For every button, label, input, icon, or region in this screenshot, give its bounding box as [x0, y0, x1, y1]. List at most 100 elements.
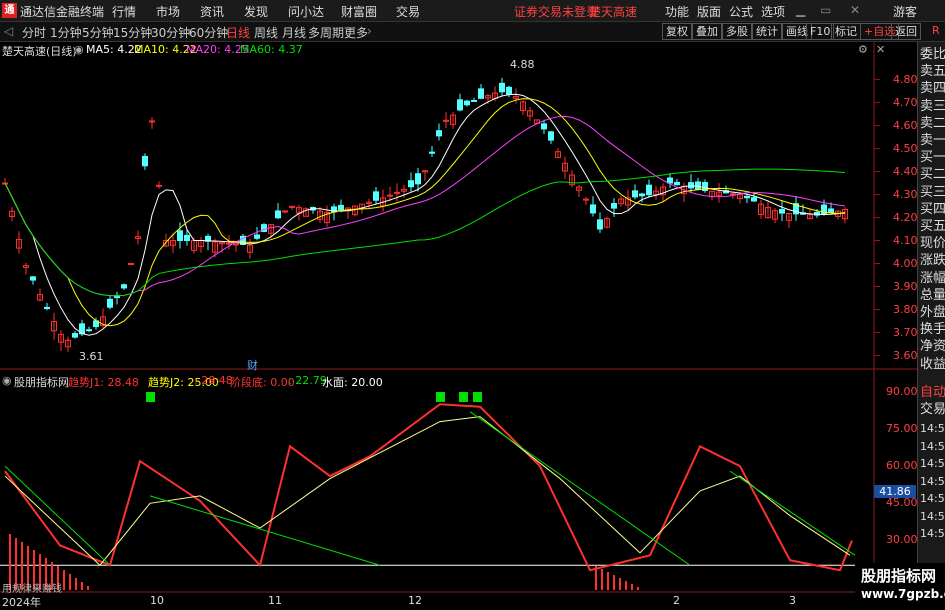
quote-field-label[interactable]: 换手 — [920, 321, 945, 338]
indicator-value-label: : 28.48 — [194, 374, 233, 387]
quote-field-label[interactable]: 委比 — [920, 46, 945, 63]
period-tab-more[interactable]: 更多 — [344, 24, 368, 41]
price-tick: 3.80 — [893, 302, 918, 316]
r-icon[interactable]: R — [932, 24, 940, 37]
period-tab-60min[interactable]: 60分钟 — [189, 24, 228, 41]
minimize-icon[interactable]: ▁ — [796, 3, 805, 17]
quote-field-label[interactable]: 买三 — [920, 184, 945, 201]
quote-field-label[interactable]: 买五 — [920, 218, 945, 235]
indicator-panel-plot — [0, 392, 874, 590]
trade-login-warning[interactable]: 证券交易未登录 — [514, 3, 598, 20]
menu-item-function[interactable]: 功能 — [665, 3, 689, 20]
menu-item-discover[interactable]: 发现 — [244, 3, 268, 20]
quote-field-label[interactable]: 总量 — [920, 287, 945, 304]
low-price-label: 3.61 — [79, 350, 104, 363]
quote-field-label[interactable]: 买四 — [920, 201, 945, 218]
time-label-mar: 3 — [789, 594, 796, 607]
candle-body — [373, 191, 379, 201]
quote-field-label[interactable]: 涨跌 — [920, 252, 945, 269]
current-indicator-value: 41.86 — [874, 485, 916, 498]
quote-field-label[interactable]: 卖五 — [920, 63, 945, 80]
candle-body — [506, 86, 512, 95]
time-label-year: 2024年 — [2, 596, 41, 609]
signal-marker — [473, 392, 482, 402]
quote-field-label[interactable]: 卖四 — [920, 80, 945, 97]
candle-body — [632, 190, 638, 198]
trade-button[interactable]: 交易 — [920, 401, 945, 418]
candle-body — [254, 234, 260, 239]
ma60-label: MA60: 4.37 — [240, 43, 303, 56]
mark-button[interactable]: 标记 — [831, 23, 861, 40]
period-tab-15min[interactable]: 15分钟 — [113, 24, 152, 41]
menu-item-quotes[interactable]: 行情 — [112, 3, 136, 20]
menu-item-market[interactable]: 市场 — [156, 3, 180, 20]
menu-item-formula[interactable]: 公式 — [729, 3, 753, 20]
restore-rights-button[interactable]: 复权 — [662, 23, 692, 40]
high-price-label: 4.88 — [510, 58, 535, 71]
candle-body — [821, 204, 827, 215]
candle-body — [142, 155, 148, 167]
quote-field-label[interactable]: 卖二 — [920, 115, 945, 132]
price-tick: 4.10 — [893, 233, 918, 247]
tick-time: 14:56 — [920, 457, 945, 470]
menu-item-options[interactable]: 选项 — [761, 3, 785, 20]
price-tick: 3.70 — [893, 325, 918, 339]
menu-item-trade[interactable]: 交易 — [396, 3, 420, 20]
quote-field-label[interactable]: 买一 — [920, 149, 945, 166]
tick-time: 14:56 — [920, 509, 945, 523]
menu-item-news[interactable]: 资讯 — [200, 3, 224, 20]
candle-body — [646, 184, 652, 196]
candle-body — [226, 242, 232, 245]
price-tick: 4.00 — [893, 256, 918, 270]
menu-item-layout[interactable]: 版面 — [697, 3, 721, 20]
ma-toggle-icon[interactable]: ◉ — [74, 43, 84, 56]
quote-field-label[interactable]: 买二 — [920, 166, 945, 183]
overlay-button[interactable]: 叠加 — [692, 23, 722, 40]
guest-login[interactable]: 游客 — [893, 3, 917, 20]
financial-report-marker[interactable]: 财 — [247, 357, 258, 373]
chevron-right-icon[interactable]: › — [367, 24, 372, 38]
menu-bar: 通 通达信金融终端 行情 市场 资讯 发现 问小达 财富圈 交易 证券交易未登录… — [0, 0, 945, 22]
settings-gear-icon[interactable]: ⚙ — [858, 43, 868, 56]
quote-field-label[interactable]: 收益 — [920, 356, 945, 373]
price-tick: 3.90 — [893, 279, 918, 293]
multi-stock-button[interactable]: 多股 — [722, 23, 752, 40]
auto-trade-toggle[interactable]: 自动 — [920, 384, 945, 401]
tick-time: 14:56 — [920, 439, 945, 453]
period-tab-5min[interactable]: 5分钟 — [82, 24, 114, 41]
green-trend-line — [729, 470, 856, 556]
quote-field-label[interactable]: 卖三 — [920, 98, 945, 115]
candle-body — [478, 88, 484, 99]
time-label-nov: 11 — [268, 594, 282, 607]
stats-button[interactable]: 统计 — [752, 23, 782, 40]
close-icon[interactable]: ✕ — [850, 3, 860, 17]
indicator-bottom-text: 用规律来赚钱 — [2, 584, 62, 595]
period-tab-weekly[interactable]: 周线 — [254, 24, 278, 41]
candle-body — [674, 181, 680, 186]
period-tab-monthly[interactable]: 月线 — [282, 24, 306, 41]
kline-chart[interactable] — [0, 42, 917, 609]
quote-field-label[interactable]: 卖一 — [920, 132, 945, 149]
menu-item-ask[interactable]: 问小达 — [288, 3, 324, 20]
indicator-toggle-icon[interactable]: ◉ — [2, 374, 12, 387]
candle-body — [464, 100, 470, 106]
restore-icon[interactable]: ▭ — [820, 3, 831, 17]
quote-field-label[interactable]: 涨幅 — [920, 270, 945, 287]
period-tab-daily[interactable]: 日线 — [226, 24, 250, 41]
back-arrow-icon[interactable]: ◁ — [4, 24, 13, 38]
quote-field-label[interactable]: 现价 — [920, 235, 945, 252]
quote-field-label[interactable]: 外盘 — [920, 304, 945, 321]
return-button[interactable]: 返回 — [891, 23, 921, 40]
period-tab-30min[interactable]: 30分钟 — [151, 24, 190, 41]
period-tab-intraday[interactable]: 分时 — [22, 24, 46, 41]
quote-field-label[interactable]: 净资 — [920, 338, 945, 355]
candle-body — [471, 99, 477, 102]
menu-item-wealth[interactable]: 财富圈 — [341, 3, 377, 20]
ma5-line — [4, 93, 846, 336]
candle-body — [387, 194, 393, 197]
panel-close-icon[interactable]: ✕ — [876, 43, 885, 56]
time-label-feb: 2 — [673, 594, 680, 607]
period-tab-multi[interactable]: 多周期 — [308, 24, 344, 41]
tick-time: 14:56 — [920, 527, 945, 540]
period-tab-1min[interactable]: 1分钟 — [50, 24, 82, 41]
